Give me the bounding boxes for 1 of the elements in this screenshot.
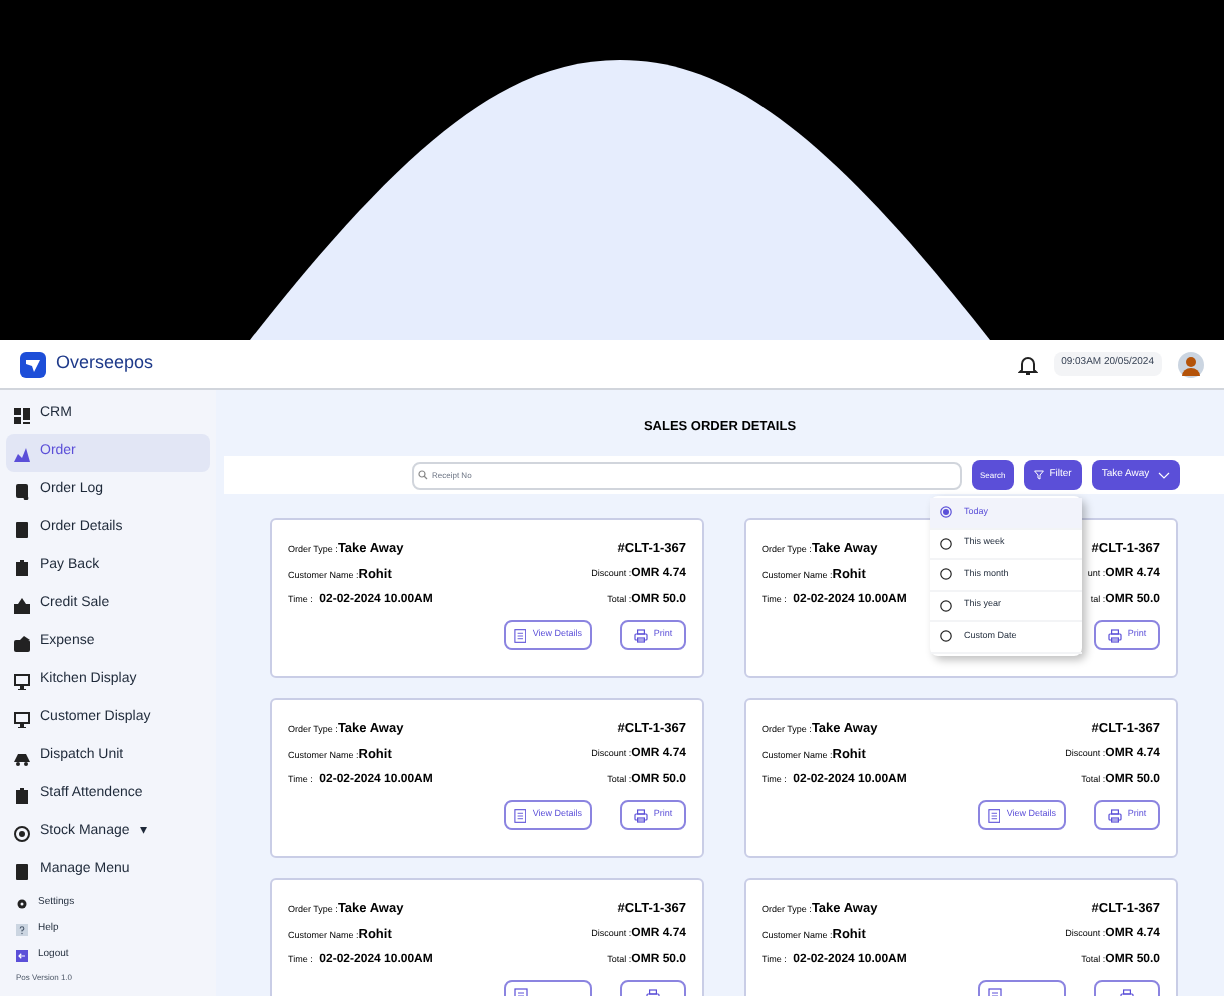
- brand-name: Overseepos: [56, 350, 154, 377]
